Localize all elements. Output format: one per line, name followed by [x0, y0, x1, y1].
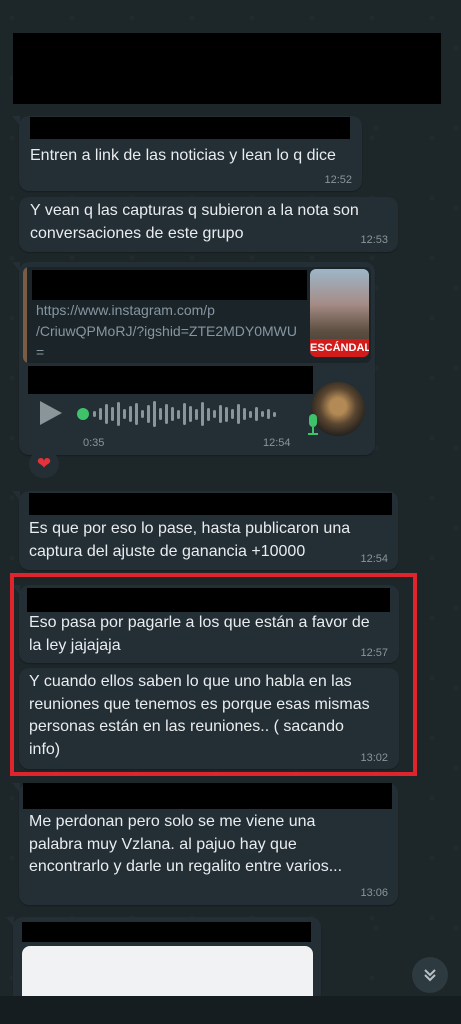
microphone-icon — [308, 414, 318, 436]
link-preview-card[interactable]: https://www.instagram.com/p /CriuwQPMoRJ… — [23, 267, 371, 363]
redacted-sender-name — [23, 783, 392, 809]
redacted-sender-name — [22, 922, 311, 942]
redacted-caption — [28, 366, 313, 394]
message-time: 13:06 — [360, 887, 388, 899]
bottom-bar — [0, 996, 461, 1024]
redacted-sender-name — [29, 493, 392, 515]
audio-progress-dot[interactable] — [77, 408, 89, 420]
double-chevron-down-icon[interactable] — [412, 957, 448, 993]
message-time: 12:52 — [324, 174, 352, 186]
message-bubble[interactable]: Es que por eso lo pase, hasta publicaron… — [12, 491, 398, 570]
redacted-link-title — [32, 270, 307, 300]
redacted-header — [13, 33, 441, 104]
message-text: Y vean q las capturas q subieron a la no… — [30, 202, 359, 242]
redacted-sender-name — [30, 117, 350, 139]
message-text: Entren a link de las noticias y lean lo … — [30, 147, 336, 164]
message-text: Me perdonan pero solo se me viene una pa… — [29, 813, 343, 875]
chevron-glyph — [424, 969, 436, 982]
thumbnail-label: ESCÁNDALO — [310, 339, 369, 357]
message-bubble[interactable]: Me perdonan pero solo se me viene una pa… — [12, 783, 398, 905]
play-icon[interactable] — [40, 401, 62, 425]
message-time: 12:53 — [360, 234, 388, 246]
audio-duration: 0:35 — [83, 437, 105, 449]
message-bubble[interactable]: Entren a link de las noticias y lean lo … — [12, 116, 362, 191]
audio-waveform[interactable] — [93, 400, 276, 428]
message-bubble[interactable]: Y vean q las capturas q subieron a la no… — [19, 197, 398, 252]
message-time: 12:54 — [263, 437, 291, 449]
link-voice-message[interactable]: https://www.instagram.com/p /CriuwQPMoRJ… — [12, 262, 375, 455]
message-time: 12:54 — [360, 553, 388, 565]
message-text: Es que por eso lo pase, hasta publicaron… — [29, 520, 351, 560]
link-thumbnail: ESCÁNDALO — [310, 269, 369, 357]
link-preview-bar — [23, 267, 27, 363]
sender-avatar — [311, 382, 365, 436]
link-url[interactable]: https://www.instagram.com/p /CriuwQPMoRJ… — [36, 300, 306, 363]
heart-icon[interactable]: ❤ — [29, 450, 59, 478]
highlight-annotation — [10, 573, 417, 776]
